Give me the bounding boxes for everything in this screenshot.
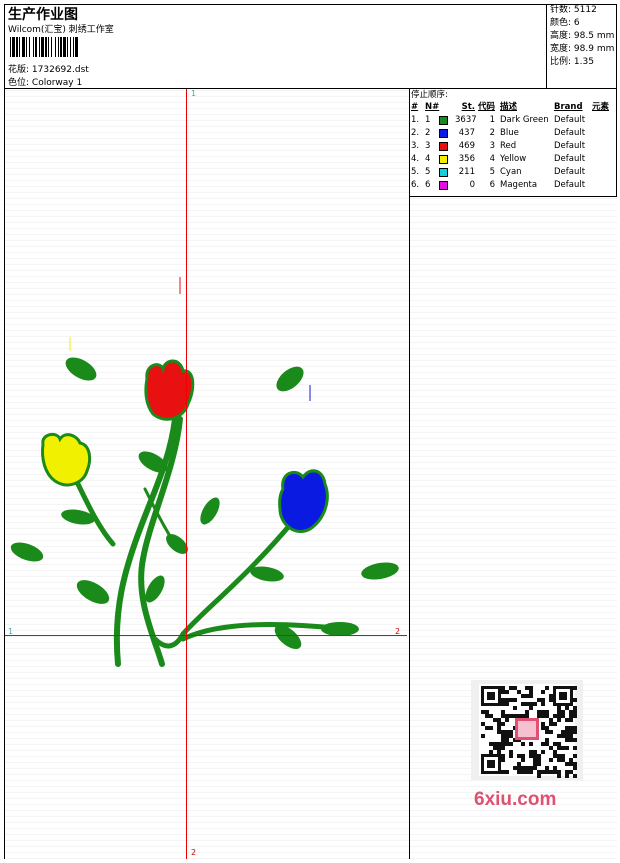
axis-label-right: 2 <box>395 627 401 636</box>
stat-scale: 比例: 1.35 <box>550 57 594 67</box>
colorway: 色位: Colorway 1 <box>8 75 82 88</box>
blue-flower <box>278 469 329 533</box>
y-axis-line <box>186 89 187 859</box>
page-title: 生产作业图 <box>8 7 78 23</box>
color-swatch <box>439 181 448 190</box>
color-swatch <box>439 168 448 177</box>
table-row: 2. 2 437 2 Blue Default <box>411 128 586 138</box>
table-row: 1. 1 3637 1 Dark Green Default <box>411 115 586 125</box>
colorway-label: 色位: <box>8 78 30 88</box>
axis-label-top: 1 <box>191 89 197 98</box>
x-axis-line <box>5 635 407 636</box>
stat-stitches: 针数: 5112 <box>550 5 597 15</box>
stat-colors: 颜色: 6 <box>550 18 580 28</box>
stop-sequence-table: 停止顺序: # N# St. 代码 描述 Brand 元素 1. 1 3637 1 Da… <box>410 89 617 192</box>
stat-width: 宽度: 98.9 mm <box>550 44 615 54</box>
table-row: 6. 6 0 6 Magenta Default <box>411 180 586 190</box>
embroidery-design <box>10 277 399 667</box>
table-header: # N# St. 代码 描述 Brand 元素 <box>411 102 610 112</box>
watermark-brand: 6xiu.com <box>474 789 557 810</box>
color-swatch <box>439 116 448 125</box>
design-canvas[interactable] <box>5 89 409 859</box>
design-file: 花版: 1732692.dst <box>8 62 89 75</box>
design-value: 1732692.dst <box>31 65 89 75</box>
color-swatch <box>439 142 448 151</box>
color-swatch <box>439 155 448 164</box>
design-stats: 针数: 5112 颜色: 6 高度: 98.5 mm 宽度: 98.9 mm 比… <box>546 4 617 88</box>
axis-label-left: 1 <box>8 627 14 636</box>
stat-height: 高度: 98.5 mm <box>550 31 615 41</box>
table-row: 4. 4 356 4 Yellow Default <box>411 154 586 164</box>
design-label: 花版: <box>8 65 30 75</box>
qr-code <box>471 680 583 780</box>
axis-label-bottom: 2 <box>191 848 197 857</box>
software-label: Wilcom(汇宝) 刺绣工作室 <box>8 25 114 35</box>
yellow-flower <box>41 432 92 487</box>
table-row: 5. 5 211 5 Cyan Default <box>411 167 586 177</box>
color-swatch <box>439 129 448 138</box>
table-row: 3. 3 469 3 Red Default <box>411 141 586 151</box>
barcode <box>8 37 140 57</box>
colorway-value: Colorway 1 <box>31 78 83 88</box>
stop-sequence-title: 停止顺序: <box>411 90 448 100</box>
